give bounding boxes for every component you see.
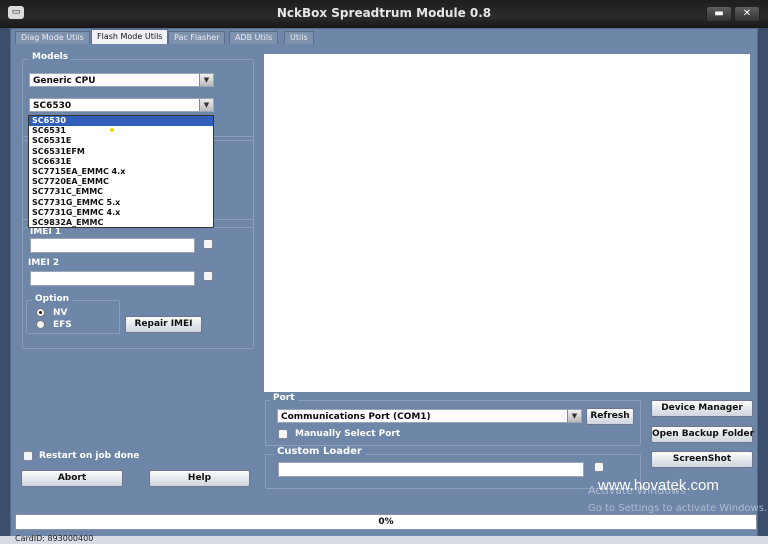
tab-pac-flasher[interactable]: Pac Flasher	[168, 31, 226, 44]
dropdown-option[interactable]: SC6631E	[29, 157, 213, 167]
dropdown-option[interactable]: SC7720EA_EMMC	[29, 177, 213, 187]
dropdown-option[interactable]: SC7715EA_EMMC 4.x	[29, 167, 213, 177]
status-bar: CardID: 893000400	[0, 534, 768, 544]
restart-label: Restart on job done	[39, 451, 140, 461]
log-panel[interactable]	[264, 54, 750, 392]
chevron-down-icon[interactable]: ▼	[199, 99, 213, 111]
port-legend: Port	[270, 393, 298, 403]
nv-label: NV	[53, 308, 68, 318]
dropdown-option[interactable]: SC7731C_EMMC	[29, 187, 213, 197]
imei2-label: IMEI 2	[28, 258, 60, 268]
imei1-checkbox[interactable]	[203, 239, 213, 249]
chevron-down-icon[interactable]: ▼	[199, 74, 213, 86]
mouse-cursor-icon: ⬉	[111, 128, 122, 143]
dropdown-option[interactable]: SC6530	[29, 116, 213, 127]
progress-bar: 0%	[15, 514, 757, 530]
main-panel: Diag Mode Utils Flash Mode Utils Pac Fla…	[10, 28, 758, 538]
imei2-input[interactable]	[30, 271, 195, 286]
cpu-select[interactable]: Generic CPU ▼	[29, 73, 214, 87]
imei2-checkbox[interactable]	[203, 271, 213, 281]
progress-text: 0%	[378, 517, 394, 527]
tab-adb-utils[interactable]: ADB Utils	[229, 31, 279, 44]
card-id-text: CardID: 893000400	[15, 534, 94, 543]
option-legend: Option	[32, 294, 73, 304]
help-button[interactable]: Help	[149, 470, 250, 487]
dropdown-option[interactable]: SC7731G_EMMC 5.x	[29, 198, 213, 208]
title-bar: ▭ NckBox Spreadtrum Module 0.8 ▬ ✕	[0, 0, 768, 28]
chevron-down-icon[interactable]: ▼	[567, 410, 581, 422]
watermark-text: www.hovatek.com	[598, 477, 719, 494]
tab-flash-mode-utils[interactable]: Flash Mode Utils	[91, 29, 169, 44]
loader-checkbox[interactable]	[594, 462, 604, 472]
dropdown-option[interactable]: SC6531EFM	[29, 147, 213, 157]
loader-legend: Custom Loader	[274, 446, 365, 457]
port-group: Port	[265, 393, 641, 446]
tab-utils[interactable]: Utils	[284, 31, 314, 44]
nv-radio[interactable]	[36, 308, 45, 317]
port-select[interactable]: Communications Port (COM1) ▼	[277, 409, 582, 423]
model-select[interactable]: SC6530 ▼	[29, 98, 214, 112]
loader-input[interactable]	[278, 462, 584, 477]
model-select-value: SC6530	[33, 101, 72, 111]
repair-imei-button[interactable]: Repair IMEI	[125, 316, 202, 333]
refresh-button[interactable]: Refresh	[586, 408, 634, 425]
close-button[interactable]: ✕	[734, 6, 760, 22]
manual-port-label: Manually Select Port	[295, 429, 401, 439]
models-legend: Models	[29, 52, 72, 62]
window-title: NckBox Spreadtrum Module 0.8	[276, 6, 492, 20]
dropdown-option[interactable]: SC9832A_EMMC	[29, 218, 213, 228]
device-manager-button[interactable]: Device Manager	[651, 400, 753, 417]
port-select-value: Communications Port (COM1)	[281, 412, 431, 422]
activate-windows-subtitle: Go to Settings to activate Windows.	[588, 503, 768, 514]
restart-checkbox[interactable]	[23, 451, 33, 461]
cpu-select-value: Generic CPU	[33, 76, 96, 86]
minimize-button[interactable]: ▬	[706, 6, 732, 22]
screenshot-button[interactable]: ScreenShot	[651, 451, 753, 468]
abort-button[interactable]: Abort	[21, 470, 123, 487]
open-backup-folder-button[interactable]: Open Backup Folder	[651, 426, 754, 443]
imei1-label: IMEI 1	[30, 227, 62, 237]
dropdown-option[interactable]: SC7731G_EMMC 4.x	[29, 208, 213, 218]
efs-label: EFS	[53, 320, 72, 330]
manual-port-checkbox[interactable]	[278, 429, 288, 439]
imei1-input[interactable]	[30, 238, 195, 253]
tab-diag-mode-utils[interactable]: Diag Mode Utils	[15, 31, 90, 44]
efs-radio[interactable]	[36, 320, 45, 329]
